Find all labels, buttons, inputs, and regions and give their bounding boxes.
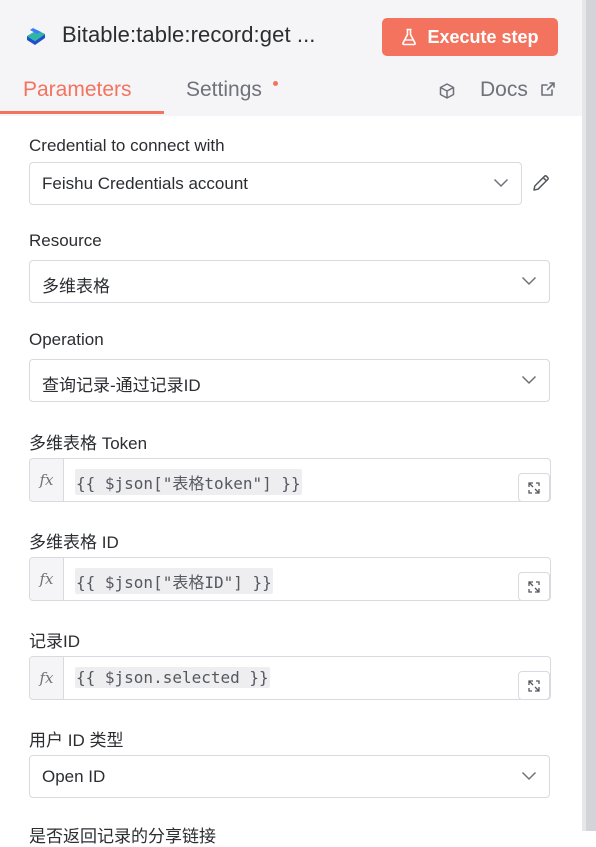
node-title: Bitable:table:record:get ... xyxy=(62,22,316,47)
credential-label: Credential to connect with xyxy=(29,136,225,155)
record-id-expression: {{ $json.selected }} xyxy=(75,667,270,688)
fx-indicator: fx xyxy=(30,459,64,501)
bitable-token-label: 多维表格 Token xyxy=(29,434,148,453)
bitable-app-logo xyxy=(27,28,45,45)
chevron-down-icon xyxy=(521,771,537,781)
resource-select[interactable]: 多维表格 xyxy=(29,260,550,303)
settings-notice-dot xyxy=(273,81,278,86)
tab-settings[interactable]: Settings xyxy=(186,78,262,102)
active-tab-indicator xyxy=(0,111,164,114)
credential-value: Feishu Credentials account xyxy=(42,174,249,193)
scrollbar-thumb[interactable] xyxy=(586,0,596,831)
chevron-down-icon xyxy=(521,276,537,286)
node-header: Bitable:table:record:get ... Execute ste… xyxy=(0,0,582,116)
record-id-label: 记录ID xyxy=(29,632,80,651)
bitable-id-expression: {{ $json["表格ID"] }} xyxy=(75,568,273,594)
fx-indicator: fx xyxy=(30,558,64,600)
pencil-icon[interactable] xyxy=(531,173,551,193)
bitable-id-label: 多维表格 ID xyxy=(29,533,119,552)
resource-value: 多维表格 xyxy=(42,277,110,296)
resource-label: Resource xyxy=(29,231,102,250)
flask-icon xyxy=(402,28,417,46)
operation-label: Operation xyxy=(29,330,104,349)
tab-docs[interactable]: Docs xyxy=(480,78,528,102)
tab-parameters[interactable]: Parameters xyxy=(23,78,132,102)
external-link-icon[interactable] xyxy=(540,81,556,97)
credential-select[interactable]: Feishu Credentials account xyxy=(29,162,522,205)
chevron-down-icon xyxy=(521,375,537,385)
execute-step-label: Execute step xyxy=(427,26,539,47)
user-id-type-value: Open ID xyxy=(42,767,106,786)
record-id-expression-input[interactable]: fx {{ $json.selected }} xyxy=(29,656,551,700)
chevron-down-icon xyxy=(493,178,509,188)
bitable-id-expression-input[interactable]: fx {{ $json["表格ID"] }} xyxy=(29,557,551,601)
expand-expression-button[interactable] xyxy=(518,671,550,700)
execute-step-button[interactable]: Execute step xyxy=(382,18,558,56)
bitable-token-expression-input[interactable]: fx {{ $json["表格token"] }} xyxy=(29,458,551,502)
operation-select[interactable]: 查询记录-通过记录ID xyxy=(29,359,550,402)
share-link-label: 是否返回记录的分享链接 xyxy=(29,827,216,846)
expand-icon xyxy=(528,481,540,494)
expand-icon xyxy=(528,580,540,593)
operation-value: 查询记录-通过记录ID xyxy=(42,376,201,395)
bitable-token-expression: {{ $json["表格token"] }} xyxy=(75,469,302,495)
expand-expression-button[interactable] xyxy=(518,572,550,601)
expand-expression-button[interactable] xyxy=(518,473,550,502)
cube-icon[interactable] xyxy=(438,82,456,100)
expand-icon xyxy=(528,679,540,692)
user-id-type-label: 用户 ID 类型 xyxy=(29,731,124,750)
user-id-type-select[interactable]: Open ID xyxy=(29,755,550,798)
fx-indicator: fx xyxy=(30,657,64,699)
